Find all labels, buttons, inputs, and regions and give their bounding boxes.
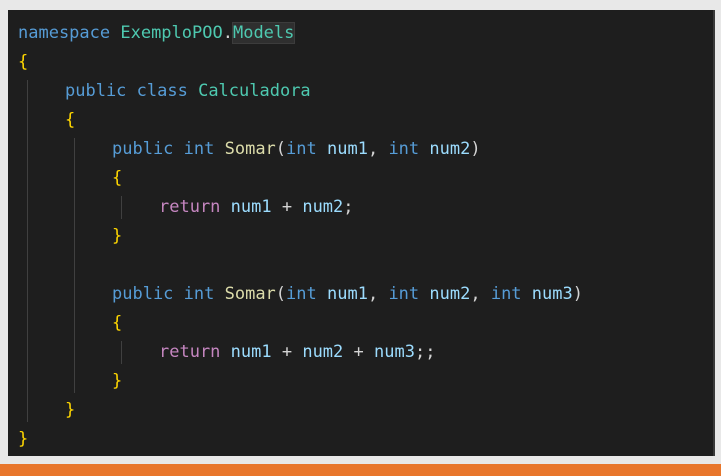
code-token: int [286, 284, 327, 304]
code-token: { [65, 110, 76, 130]
code-token: { [112, 313, 123, 333]
code-line[interactable]: public class Calculadora [65, 77, 311, 106]
code-token: Somar [224, 139, 276, 159]
code-token: num2 [429, 139, 471, 159]
code-token: num3 [531, 284, 573, 304]
code-token: ( [275, 284, 287, 304]
code-token: int [183, 284, 225, 304]
indent-guide [27, 80, 28, 422]
indent-guide [121, 341, 122, 364]
code-token: Somar [224, 284, 276, 304]
code-token: ( [275, 139, 287, 159]
code-token: int [388, 284, 430, 304]
code-token: } [18, 429, 29, 449]
code-token: return [159, 342, 231, 362]
code-token: , [470, 284, 491, 304]
code-area[interactable]: namespace ExemploPOO.Models { public class… [8, 10, 713, 456]
code-token: int [286, 139, 327, 159]
code-line[interactable]: namespace ExemploPOO.Models [18, 19, 296, 48]
code-token: } [112, 371, 123, 391]
accent-bar [0, 464, 721, 476]
code-token: } [65, 400, 76, 420]
code-line[interactable]: public int Somar(int num1, int num2, int… [112, 280, 583, 309]
code-token: public [112, 139, 184, 159]
code-token: } [112, 226, 123, 246]
code-line[interactable]: return num1 + num2; [159, 193, 354, 222]
code-token: ;; [414, 342, 436, 362]
indent-guide [121, 196, 122, 219]
code-token: public [112, 284, 184, 304]
code-line[interactable]: { [65, 106, 75, 135]
code-line[interactable]: { [112, 164, 122, 193]
code-token: int [183, 139, 225, 159]
code-token: { [18, 52, 29, 72]
code-token: + [271, 197, 303, 217]
code-token: int [388, 139, 430, 159]
code-line[interactable]: return num1 + num2 + num3;; [159, 338, 435, 367]
code-token: { [112, 168, 123, 188]
code-token: num1 [230, 197, 272, 217]
code-token: num1 [327, 139, 368, 159]
code-token: Calculadora [198, 81, 311, 101]
code-token: return [159, 197, 231, 217]
code-token: ; [343, 197, 354, 217]
code-token: public [65, 81, 137, 101]
code-token: ExemploPOO [120, 23, 223, 43]
code-token: num1 [230, 342, 272, 362]
code-token: + [271, 342, 303, 362]
code-line[interactable]: } [112, 222, 122, 251]
code-editor[interactable]: namespace ExemploPOO.Models { public class… [8, 10, 715, 456]
code-line[interactable]: public int Somar(int num1, int num2) [112, 135, 481, 164]
code-token: num1 [327, 284, 368, 304]
code-token: + [343, 342, 374, 362]
code-token: class [136, 81, 199, 101]
code-token: , [367, 139, 389, 159]
code-line[interactable]: } [18, 425, 28, 454]
code-token: Models [231, 22, 296, 44]
code-line[interactable]: { [18, 48, 28, 77]
code-token: ) [572, 284, 583, 304]
code-token: ) [470, 139, 481, 159]
code-token: num2 [429, 284, 471, 304]
code-token: namespace [18, 23, 121, 43]
code-token: num2 [302, 197, 344, 217]
code-token: int [490, 284, 532, 304]
code-token: num3 [374, 342, 415, 362]
code-line[interactable]: } [112, 367, 122, 396]
code-line[interactable]: } [65, 396, 75, 425]
code-token: . [222, 23, 233, 43]
code-line[interactable]: { [112, 309, 122, 338]
indent-guide [74, 138, 75, 393]
code-token: num2 [302, 342, 344, 362]
code-token: , [367, 284, 389, 304]
